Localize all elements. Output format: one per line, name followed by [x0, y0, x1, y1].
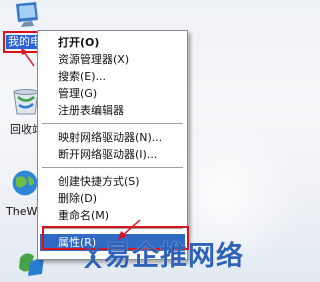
watermark-logo-icon	[84, 246, 102, 268]
menu-item-open[interactable]: 打开(O)	[40, 34, 185, 51]
menu-item-delete[interactable]: 删除(D)	[40, 190, 185, 207]
theworld-browser-label[interactable]: TheWorld	[6, 205, 38, 219]
watermark: 易企推网络	[80, 238, 262, 278]
menu-item-map-drive[interactable]: 映射网络驱动器(N)...	[40, 129, 185, 146]
menu-item-manage[interactable]: 管理(G)	[40, 85, 185, 102]
menu-item-disconnect-drive[interactable]: 断开网络驱动器(I)...	[40, 146, 185, 163]
theworld-browser-icon[interactable]	[10, 168, 40, 198]
menu-item-create-shortcut[interactable]: 创建快捷方式(S)	[40, 173, 185, 190]
menu-item-rename[interactable]: 重命名(M)	[40, 207, 185, 224]
menu-item-explorer[interactable]: 资源管理器(X)	[40, 51, 185, 68]
my-computer-icon[interactable]	[12, 2, 42, 28]
menu-item-search[interactable]: 搜索(E)...	[40, 68, 185, 85]
menu-item-regedit[interactable]: 注册表编辑器	[40, 102, 185, 119]
menu-separator	[42, 123, 183, 124]
recycle-bin-label[interactable]: 回收站	[10, 123, 38, 137]
menu-separator	[42, 167, 183, 168]
watermark-text: 易企推网络	[104, 241, 244, 272]
